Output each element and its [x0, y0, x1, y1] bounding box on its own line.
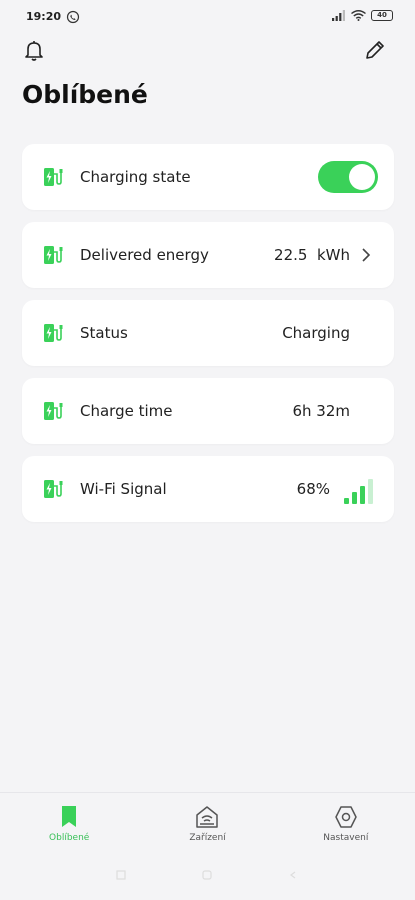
charger-icon — [44, 246, 63, 264]
tab-label: Zařízení — [189, 833, 226, 843]
card-wifi-signal[interactable]: Wi-Fi Signal 68% — [22, 456, 394, 522]
tab-favorites[interactable]: Oblíbené — [0, 793, 138, 853]
tab-devices[interactable]: Zařízení — [138, 793, 276, 853]
card-charging-state[interactable]: Charging state — [22, 144, 394, 210]
chevron-right-icon — [362, 248, 371, 262]
home-icon[interactable] — [202, 870, 212, 880]
edit-icon[interactable] — [363, 38, 387, 62]
charger-icon — [44, 168, 63, 186]
card-label: Status — [80, 324, 128, 342]
bell-icon[interactable] — [22, 38, 46, 62]
status-bar: 19:20 40 — [0, 0, 415, 34]
charger-icon — [44, 480, 63, 498]
card-status[interactable]: Status Charging — [22, 300, 394, 366]
call-icon — [66, 10, 80, 24]
battery-icon: 40 — [371, 10, 393, 21]
recent-apps-icon[interactable] — [116, 870, 126, 880]
card-value: 68% — [296, 480, 330, 498]
back-icon[interactable] — [288, 870, 298, 880]
tab-label: Nastavení — [323, 833, 369, 843]
card-value: Charging — [282, 324, 350, 342]
card-value: 22.5 kWh — [274, 246, 350, 264]
favorites-list: Charging state Delivered energy 22.5 kWh… — [22, 144, 394, 534]
charger-icon — [44, 324, 63, 342]
card-label: Wi-Fi Signal — [80, 480, 167, 498]
card-label: Charge time — [80, 402, 173, 420]
status-icons: 40 — [332, 10, 393, 21]
card-label: Delivered energy — [80, 246, 209, 264]
charging-toggle[interactable] — [318, 161, 378, 193]
wifi-icon — [351, 10, 366, 21]
system-navigation — [0, 866, 415, 886]
bookmark-icon — [62, 806, 77, 827]
page-title: Oblíbené — [22, 80, 148, 109]
tab-label: Oblíbené — [49, 833, 90, 843]
signal-bar — [344, 498, 349, 504]
card-delivered-energy[interactable]: Delivered energy 22.5 kWh — [22, 222, 394, 288]
settings-icon — [335, 806, 357, 828]
device-icon — [196, 806, 219, 828]
cellular-signal-icon — [332, 10, 345, 21]
signal-strength-icon — [344, 479, 373, 504]
tab-settings[interactable]: Nastavení — [277, 793, 415, 853]
status-time: 19:20 — [26, 10, 62, 23]
card-value: 6h 32m — [292, 402, 350, 420]
toggle-knob — [349, 164, 375, 190]
bottom-tab-bar: Oblíbené Zařízení Nastavení — [0, 792, 415, 853]
card-label: Charging state — [80, 168, 191, 186]
signal-bar — [352, 492, 357, 504]
signal-bar — [360, 486, 365, 504]
charger-icon — [44, 402, 63, 420]
signal-bar — [368, 479, 373, 504]
card-charge-time[interactable]: Charge time 6h 32m — [22, 378, 394, 444]
